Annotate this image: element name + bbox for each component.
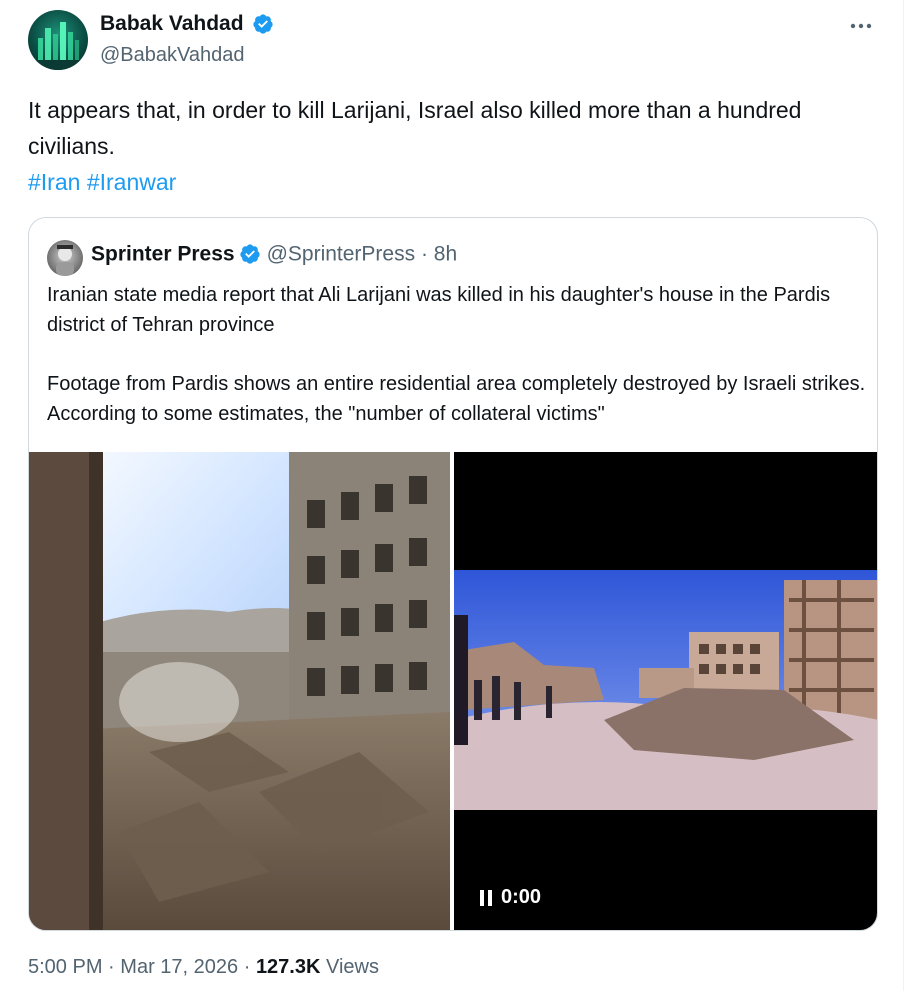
separator-dot: · xyxy=(243,956,251,978)
tweet-text: It appears that, in order to kill Larija… xyxy=(28,97,802,159)
quoted-header: Sprinter Press @SprinterPress · 8h xyxy=(91,242,457,266)
quoted-tweet[interactable]: Sprinter Press @SprinterPress · 8h Irani… xyxy=(28,217,878,931)
post-time[interactable]: 5:00 PM xyxy=(28,956,102,978)
quoted-author-name[interactable]: Sprinter Press xyxy=(91,242,235,265)
tweet-meta: 5:00 PM · Mar 17, 2026 · 127.3K Views xyxy=(28,956,379,979)
views-count: 127.3K xyxy=(255,956,321,978)
video-controls: 0:00 xyxy=(479,886,541,909)
quoted-text-paragraph-2: Footage from Pardis shows an entire resi… xyxy=(47,373,866,425)
video-timestamp: 0:00 xyxy=(501,886,542,908)
pause-icon[interactable] xyxy=(479,889,493,906)
quoted-author-handle[interactable]: @SprinterPress xyxy=(267,242,416,265)
destroyed-buildings-photo[interactable] xyxy=(29,452,450,930)
hashtag-iranwar[interactable]: #Iranwar xyxy=(87,169,176,195)
author-row: Babak Vahdad xyxy=(100,12,274,36)
author-avatar[interactable] xyxy=(28,10,88,70)
more-options-icon[interactable] xyxy=(849,10,873,36)
tweet-card: Babak Vahdad @BabakVahdad It appears tha… xyxy=(0,0,904,991)
video-player[interactable]: 0:00 xyxy=(454,452,877,930)
author-handle[interactable]: @BabakVahdad xyxy=(100,44,244,67)
verified-badge-icon xyxy=(253,14,273,34)
views-label: Views xyxy=(326,956,379,978)
author-name[interactable]: Babak Vahdad xyxy=(100,12,244,36)
quoted-timestamp[interactable]: 8h xyxy=(434,242,457,265)
separator-dot: · xyxy=(108,956,115,978)
post-date[interactable]: Mar 17, 2026 xyxy=(120,956,238,978)
video-thumbnail[interactable] xyxy=(454,570,877,810)
hashtag-row: #Iran #Iranwar xyxy=(28,164,176,200)
hashtag-iran[interactable]: #Iran xyxy=(28,169,80,195)
quoted-text-paragraph-1: Iranian state media report that Ali Lari… xyxy=(47,284,831,336)
separator-dot: · xyxy=(420,242,428,266)
verified-badge-icon xyxy=(239,244,260,265)
quoted-author-avatar[interactable] xyxy=(47,240,83,276)
